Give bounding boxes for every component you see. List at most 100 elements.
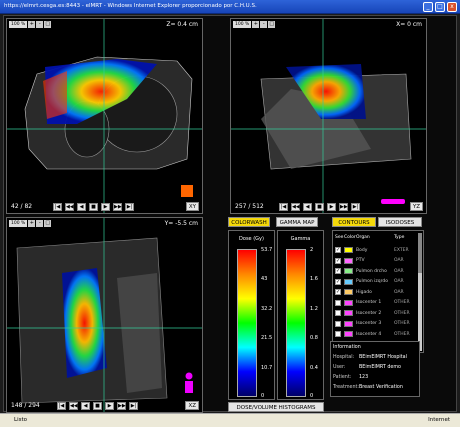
- contour-color-swatch[interactable]: [344, 320, 353, 327]
- info-row-treatment: Treatment: Breast Verification: [331, 382, 419, 392]
- contour-row[interactable]: Isocenter 1 OTHER: [335, 298, 421, 309]
- last-slice-button[interactable]: ▶|: [125, 203, 134, 211]
- contour-visible-checkbox[interactable]: [335, 320, 341, 327]
- contour-type: OAR: [394, 289, 404, 295]
- coronal-zoom-level: 100 %: [9, 220, 28, 227]
- gamma-map-tab[interactable]: GAMMA MAP: [276, 217, 318, 227]
- coronal-zoom-out-button[interactable]: -: [36, 220, 44, 227]
- sagittal-zoom-fit-button[interactable]: □: [268, 21, 276, 28]
- contour-type: OTHER: [394, 331, 410, 337]
- organ-header: Organ: [356, 235, 370, 240]
- contour-visible-checkbox[interactable]: [335, 299, 341, 306]
- sagittal-slice-index: 257 / 512: [235, 203, 264, 210]
- axial-viewport[interactable]: 100 % + - □ Z= 0.4 cm 42 / 82 |◀ ◀◀ ◀ ■ …: [6, 18, 203, 214]
- contour-row[interactable]: ✓ Body EXTER: [335, 245, 421, 256]
- contours-scrollbar[interactable]: [418, 233, 422, 351]
- contour-row[interactable]: ✓ PTV OAR: [335, 256, 421, 267]
- contours-tab[interactable]: CONTOURS: [332, 217, 376, 227]
- contour-color-swatch[interactable]: [344, 247, 353, 254]
- info-key: User:: [333, 364, 346, 370]
- contour-color-swatch[interactable]: [344, 331, 353, 338]
- prev-slice-button[interactable]: ◀: [303, 203, 312, 211]
- maximize-button[interactable]: □: [435, 2, 445, 12]
- contour-row[interactable]: ✓ Higado OAR: [335, 287, 421, 298]
- fast-forward-button[interactable]: ▶▶: [117, 402, 126, 410]
- contour-organ-name: Isocenter 1: [356, 300, 382, 306]
- coronal-zoom-fit-button[interactable]: □: [44, 220, 52, 227]
- info-key: Patient:: [333, 374, 352, 380]
- dose-tick: 32.2: [261, 306, 273, 312]
- info-value: BEimEIMRT demo: [359, 364, 401, 370]
- sagittal-zoom-out-button[interactable]: -: [260, 21, 268, 28]
- contour-visible-checkbox[interactable]: ✓: [335, 278, 341, 285]
- status-bar: Listo Internet: [0, 413, 460, 427]
- contour-row[interactable]: Isocenter 4 OTHER: [335, 329, 421, 340]
- dose-legend-title: Dose (Gy): [239, 236, 264, 242]
- contours-panel: See Color Organ Type ✓ Body EXTER ✓ PTV OAR ✓ P…: [332, 230, 424, 353]
- sagittal-playback: |◀ ◀◀ ◀ ■ ▶ ▶▶ ▶|: [279, 203, 360, 211]
- contour-color-swatch[interactable]: [344, 310, 353, 317]
- axial-zoom-in-button[interactable]: +: [28, 21, 36, 28]
- last-slice-button[interactable]: ▶|: [351, 203, 360, 211]
- stop-button[interactable]: ■: [89, 203, 98, 211]
- colorwash-tab[interactable]: COLORWASH: [228, 217, 270, 227]
- first-slice-button[interactable]: |◀: [57, 402, 66, 410]
- close-button[interactable]: x: [447, 2, 457, 12]
- dose-volume-histograms-button[interactable]: DOSE/VOLUME HISTOGRAMS: [228, 402, 324, 412]
- contour-color-swatch[interactable]: [344, 268, 353, 275]
- first-slice-button[interactable]: |◀: [53, 203, 62, 211]
- contour-color-swatch[interactable]: [344, 278, 353, 285]
- next-slice-button[interactable]: ▶: [101, 203, 110, 211]
- contour-row[interactable]: ✓ Pulmon drcho OAR: [335, 266, 421, 277]
- coronal-image: [7, 218, 202, 412]
- coronal-view-tag[interactable]: XZ: [185, 401, 199, 410]
- contour-row[interactable]: ✓ Pulmon izqrdo OAR: [335, 277, 421, 288]
- sagittal-zoom-in-button[interactable]: +: [252, 21, 260, 28]
- contour-organ-name: Pulmon izqrdo: [356, 279, 389, 285]
- contour-visible-checkbox[interactable]: [335, 331, 341, 338]
- next-slice-button[interactable]: ▶: [105, 402, 114, 410]
- coronal-zoom-in-button[interactable]: +: [28, 220, 36, 227]
- fast-back-button[interactable]: ◀◀: [69, 402, 78, 410]
- axial-zoom-fit-button[interactable]: □: [44, 21, 52, 28]
- fast-forward-button[interactable]: ▶▶: [339, 203, 348, 211]
- isodoses-tab[interactable]: ISODOSES: [378, 217, 422, 227]
- status-zone: Internet: [428, 417, 450, 423]
- first-slice-button[interactable]: |◀: [279, 203, 288, 211]
- gamma-colorbar: [286, 249, 306, 397]
- coronal-viewport[interactable]: 100 % + - □ Y= -5.5 cm 148 / 294 |◀ ◀◀ ◀…: [6, 217, 203, 413]
- contour-color-swatch[interactable]: [344, 299, 353, 306]
- contour-visible-checkbox[interactable]: ✓: [335, 247, 341, 254]
- gamma-tick: 1.6: [310, 276, 318, 282]
- stop-button[interactable]: ■: [93, 402, 102, 410]
- contour-organ-name: Pulmon drcho: [356, 268, 387, 274]
- contour-visible-checkbox[interactable]: ✓: [335, 268, 341, 275]
- contour-organ-name: Isocenter 2: [356, 310, 382, 316]
- contours-header: See Color Organ Type: [335, 233, 423, 242]
- contour-color-swatch[interactable]: [344, 289, 353, 296]
- fast-back-button[interactable]: ◀◀: [291, 203, 300, 211]
- contour-visible-checkbox[interactable]: ✓: [335, 257, 341, 264]
- contour-visible-checkbox[interactable]: [335, 310, 341, 317]
- contour-row[interactable]: Isocenter 2 OTHER: [335, 308, 421, 319]
- contour-visible-checkbox[interactable]: ✓: [335, 289, 341, 296]
- stop-button[interactable]: ■: [315, 203, 324, 211]
- axial-view-tag[interactable]: XY: [185, 202, 199, 211]
- next-slice-button[interactable]: ▶: [327, 203, 336, 211]
- dose-tick: 53.7: [261, 247, 273, 253]
- sagittal-viewport[interactable]: 100 % + - □ X= 0 cm 257 / 512 |◀ ◀◀ ◀ ■ …: [230, 18, 427, 214]
- prev-slice-button[interactable]: ◀: [81, 402, 90, 410]
- sagittal-view-tag[interactable]: YZ: [409, 202, 423, 211]
- color-header: Color: [344, 235, 356, 240]
- sagittal-image: [231, 19, 426, 213]
- contour-color-swatch[interactable]: [344, 257, 353, 264]
- fast-forward-button[interactable]: ▶▶: [113, 203, 122, 211]
- axial-zoom-out-button[interactable]: -: [36, 21, 44, 28]
- fast-back-button[interactable]: ◀◀: [65, 203, 74, 211]
- dose-legend: Dose (Gy) 53.7 43 32.2 21.5 10.7 0: [228, 230, 275, 400]
- prev-slice-button[interactable]: ◀: [77, 203, 86, 211]
- last-slice-button[interactable]: ▶|: [129, 402, 138, 410]
- minimize-button[interactable]: _: [423, 2, 433, 12]
- contour-type: OAR: [394, 258, 404, 264]
- contour-row[interactable]: Isocenter 3 OTHER: [335, 319, 421, 330]
